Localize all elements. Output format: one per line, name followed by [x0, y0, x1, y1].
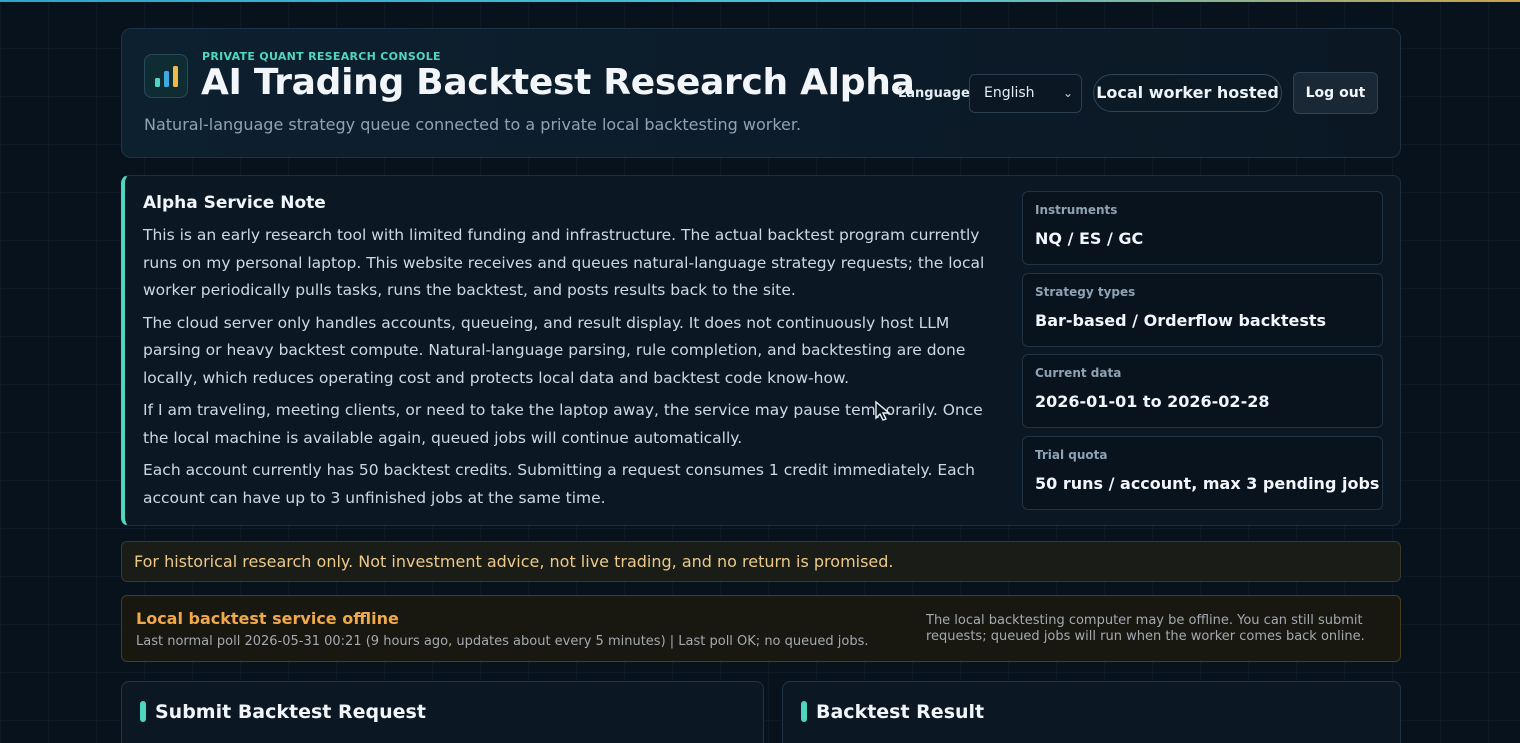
stat-value: 2026-01-01 to 2026-02-28 — [1035, 392, 1270, 411]
stat-label: Trial quota — [1035, 448, 1108, 462]
panel-accent-bar — [140, 701, 146, 722]
bar-chart-icon — [144, 54, 188, 98]
result-panel-title: Backtest Result — [816, 701, 985, 723]
submit-panel-title: Submit Backtest Request — [155, 701, 426, 723]
stat-current-data: Current data 2026-01-01 to 2026-02-28 — [1022, 354, 1383, 428]
research-disclaimer: For historical research only. Not invest… — [121, 541, 1401, 582]
note-paragraph: This is an early research tool with limi… — [143, 226, 985, 299]
stat-label: Strategy types — [1035, 285, 1136, 299]
stat-value: 50 runs / account, max 3 pending jobs — [1035, 474, 1380, 493]
logout-button[interactable]: Log out — [1293, 72, 1378, 114]
stat-value: Bar-based / Orderflow backtests — [1035, 311, 1327, 330]
panel-accent-bar — [801, 701, 807, 722]
page-subtitle: Natural-language strategy queue connecte… — [144, 115, 802, 134]
backtest-result-panel: Backtest Result — [782, 681, 1401, 743]
submit-backtest-panel: Submit Backtest Request — [121, 681, 764, 743]
stat-trial-quota: Trial quota 50 runs / account, max 3 pen… — [1022, 436, 1383, 510]
stat-label: Current data — [1035, 366, 1122, 380]
language-selected-value: English — [984, 85, 1035, 101]
chevron-down-icon: ⌄ — [1062, 86, 1073, 100]
note-title: Alpha Service Note — [143, 193, 326, 213]
stat-strategy-types: Strategy types Bar-based / Orderflow bac… — [1022, 273, 1383, 347]
page-title: AI Trading Backtest Research Alpha — [201, 62, 915, 103]
mouse-pointer-icon — [874, 400, 894, 426]
offline-title: Local backtest service offline — [136, 609, 399, 628]
stat-value: NQ / ES / GC — [1035, 229, 1144, 248]
note-paragraph: The cloud server only handles accounts, … — [143, 313, 966, 387]
offline-note: The local backtesting computer may be of… — [926, 613, 1365, 644]
language-select[interactable]: English ⌄ — [969, 74, 1082, 113]
alpha-service-note: Alpha Service Note This is an early rese… — [121, 175, 1401, 526]
app-header: PRIVATE QUANT RESEARCH CONSOLE AI Tradin… — [121, 28, 1401, 158]
language-label: Language — [898, 86, 970, 101]
stat-instruments: Instruments NQ / ES / GC — [1022, 191, 1383, 265]
offline-poll-status: Last normal poll 2026-05-31 00:21 (9 hou… — [136, 634, 869, 649]
top-accent-line — [0, 0, 1520, 2]
stat-label: Instruments — [1035, 203, 1118, 217]
note-paragraphs: This is an early research tool with limi… — [143, 222, 1008, 517]
note-paragraph: Each account currently has 50 backtest c… — [143, 461, 975, 507]
worker-status-badge: Local worker hosted — [1093, 74, 1282, 112]
worker-offline-banner: Local backtest service offline Last norm… — [121, 595, 1401, 662]
